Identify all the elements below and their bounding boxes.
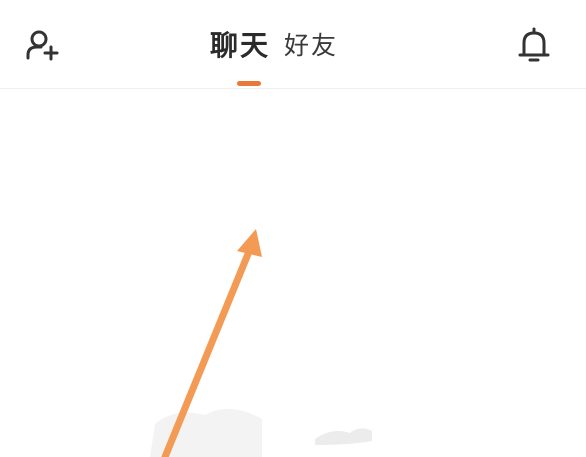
tab-friends[interactable]: 好友 (284, 24, 338, 68)
top-bar: 聊天 好友 (0, 0, 586, 89)
chat-content-area (0, 89, 586, 457)
active-tab-indicator (237, 81, 261, 86)
tab-chat[interactable]: 聊天 (210, 24, 270, 68)
add-friend-button[interactable] (22, 24, 62, 68)
bell-icon (518, 27, 550, 62)
tab-bar: 聊天 好友 (210, 24, 338, 68)
notifications-button[interactable] (514, 24, 554, 68)
guide-arrow (150, 229, 372, 457)
add-contact-icon (26, 30, 59, 61)
